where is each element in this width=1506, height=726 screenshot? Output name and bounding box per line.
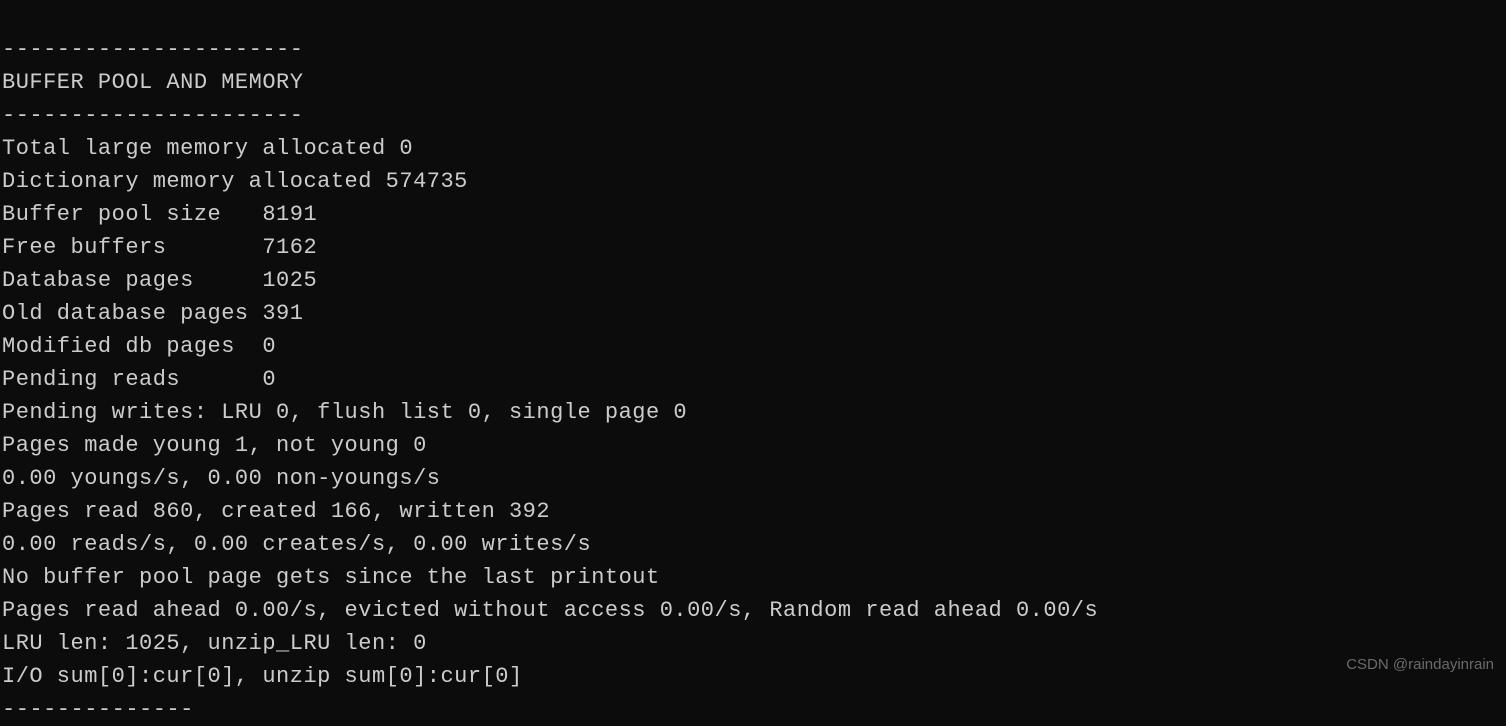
terminal-line: ---------------------- [2, 103, 303, 128]
terminal-line: Database pages 1025 [2, 268, 317, 293]
terminal-line: Free buffers 7162 [2, 235, 317, 260]
terminal-line: Total large memory allocated 0 [2, 136, 413, 161]
terminal-output: ---------------------- BUFFER POOL AND M… [0, 0, 1506, 726]
terminal-line: Pending reads 0 [2, 367, 276, 392]
watermark: CSDN @raindayinrain [1346, 654, 1494, 677]
terminal-line: I/O sum[0]:cur[0], unzip sum[0]:cur[0] [2, 664, 523, 689]
terminal-line: Modified db pages 0 [2, 334, 276, 359]
terminal-line: BUFFER POOL AND MEMORY [2, 70, 303, 95]
terminal-line: Buffer pool size 8191 [2, 202, 317, 227]
terminal-line: Pending writes: LRU 0, flush list 0, sin… [2, 400, 687, 425]
terminal-line: Pages read 860, created 166, written 392 [2, 499, 550, 524]
terminal-line: -------------- [2, 697, 194, 722]
terminal-line: ---------------------- [2, 37, 303, 62]
terminal-line: Pages made young 1, not young 0 [2, 433, 427, 458]
terminal-line: Old database pages 391 [2, 301, 303, 326]
terminal-line: Dictionary memory allocated 574735 [2, 169, 468, 194]
terminal-line: LRU len: 1025, unzip_LRU len: 0 [2, 631, 427, 656]
terminal-line: No buffer pool page gets since the last … [2, 565, 660, 590]
terminal-line: Pages read ahead 0.00/s, evicted without… [2, 598, 1098, 623]
terminal-line: 0.00 reads/s, 0.00 creates/s, 0.00 write… [2, 532, 591, 557]
terminal-line: 0.00 youngs/s, 0.00 non-youngs/s [2, 466, 440, 491]
